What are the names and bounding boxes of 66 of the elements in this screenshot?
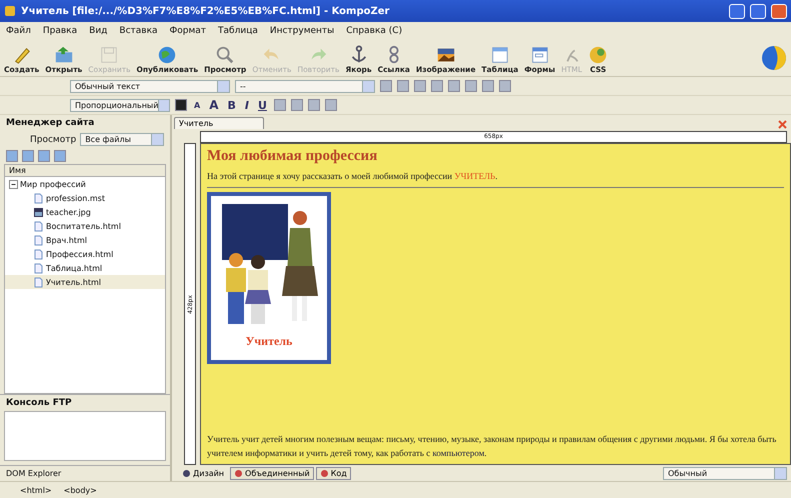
globe-icon: [761, 45, 787, 71]
heading-select[interactable]: --: [235, 80, 375, 92]
status-tag[interactable]: <html>: [20, 486, 52, 494]
view-mode-icon: [234, 468, 244, 478]
panel-title[interactable]: DOM Explorer: [0, 465, 170, 481]
minimize-button[interactable]: [729, 4, 745, 18]
file-icon: [33, 220, 44, 232]
tree-item[interactable]: Врач.html: [5, 233, 165, 247]
view-select[interactable]: Все файлы: [80, 133, 164, 146]
view-mode-tab[interactable]: Дизайн: [178, 466, 228, 480]
menu-item[interactable]: Инструменты: [270, 26, 334, 36]
toolbar-icon: [54, 45, 74, 65]
file-icon: [33, 276, 44, 288]
close-icon[interactable]: [778, 120, 787, 129]
toolbar-icon: [215, 45, 236, 65]
tree-item[interactable]: Учитель.html: [5, 275, 165, 289]
toolbar-icon: [99, 45, 120, 65]
bold-button[interactable]: B: [226, 98, 238, 112]
menu-item[interactable]: Вид: [89, 26, 108, 36]
paragraph-format-select[interactable]: Обычный текст: [70, 80, 230, 92]
tree-item[interactable]: Таблица.html: [5, 261, 165, 275]
text-color-icon[interactable]: [175, 99, 187, 111]
menu-item[interactable]: Таблица: [218, 26, 258, 36]
style-select[interactable]: Обычный: [663, 466, 787, 480]
toolbar-icon: [530, 45, 550, 65]
file-icon: [33, 248, 44, 260]
tree-item[interactable]: Профессия.html: [5, 247, 165, 261]
window-title: Учитель [file:/.../%D3%F7%E8%F2%E5%EB%FC.html] - KompoZer: [21, 6, 390, 16]
file-icon: [33, 234, 44, 246]
menu-item[interactable]: Правка: [42, 26, 78, 36]
document-tab[interactable]: Учитель: [174, 117, 264, 129]
toolbar-icon: [588, 45, 608, 65]
view-mode-tab[interactable]: Объединенный: [230, 466, 314, 480]
view-mode-tab[interactable]: Код: [316, 466, 351, 480]
menu-item[interactable]: Формат: [170, 26, 206, 36]
image-file-icon: [33, 206, 44, 218]
view-label: Просмотр: [30, 134, 76, 144]
close-button[interactable]: [771, 4, 787, 18]
collapse-icon[interactable]: [9, 180, 18, 188]
menu-item[interactable]: Справка (C): [346, 26, 402, 36]
italic-button[interactable]: I: [242, 98, 251, 112]
toolbar-icon: [157, 45, 178, 65]
smaller-font-button[interactable]: A: [192, 100, 202, 110]
maximize-button[interactable]: [750, 4, 766, 18]
menu-item[interactable]: Вставка: [119, 26, 158, 36]
tree-item[interactable]: teacher.jpg: [5, 205, 165, 219]
panel-title[interactable]: Менеджер сайта: [0, 115, 170, 131]
tree-item[interactable]: profession.mst: [5, 191, 165, 205]
computer-link[interactable]: компьютером: [432, 448, 484, 458]
status-tag[interactable]: <body>: [64, 486, 97, 494]
tree-item[interactable]: Воспитатель.html: [5, 219, 165, 233]
column-header[interactable]: Имя: [5, 165, 165, 177]
font-select[interactable]: Пропорциональный: [70, 98, 170, 112]
page-heading: Моя любимая профессия: [207, 148, 378, 165]
view-mode-icon: [320, 468, 329, 478]
larger-font-button[interactable]: A: [207, 98, 220, 112]
view-mode-icon: [182, 468, 191, 478]
app-icon: [4, 5, 16, 17]
toolbar-icon: [490, 45, 510, 65]
body-paragraph: Учитель учит детей многим полезным вещам: письму, чтению, музыке, законам природы и правилам общения с другими людьми. Я бы хотела быть учителем информатики и учить детей тому, как работать с компьютером.: [207, 433, 778, 460]
tree-item[interactable]: Мир профессий: [5, 177, 165, 191]
illustration-caption: Учитель: [246, 334, 292, 349]
file-icon: [33, 192, 44, 204]
underline-button[interactable]: U: [256, 98, 269, 112]
intro-paragraph: На этой странице я хочу рассказать о моей любимой профессии УЧИТЕЛЬ.: [207, 170, 498, 183]
menu-item[interactable]: Файл: [6, 26, 31, 36]
